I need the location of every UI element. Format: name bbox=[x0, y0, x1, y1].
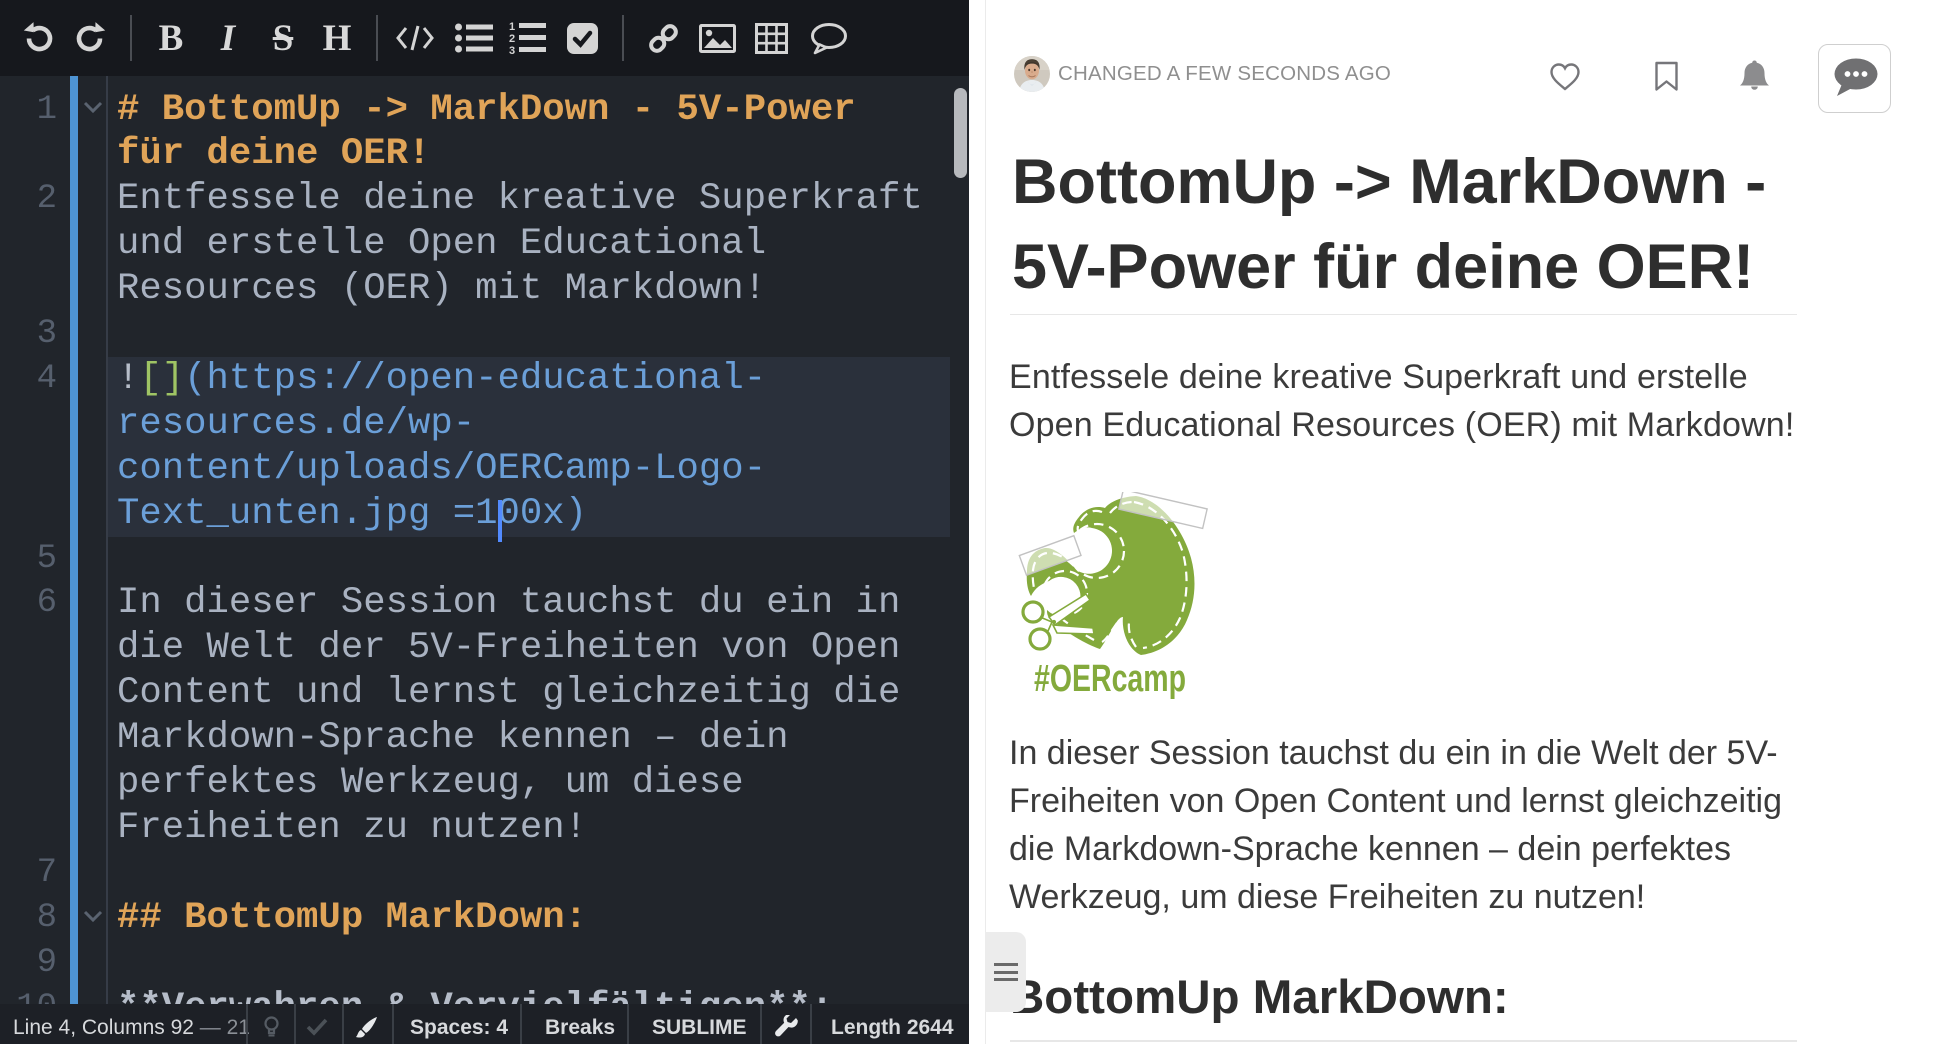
svg-text:2: 2 bbox=[509, 33, 515, 45]
svg-text:3: 3 bbox=[509, 45, 515, 55]
svg-text:#OERcamp: #OERcamp bbox=[1034, 658, 1186, 700]
svg-text:1: 1 bbox=[509, 21, 515, 33]
